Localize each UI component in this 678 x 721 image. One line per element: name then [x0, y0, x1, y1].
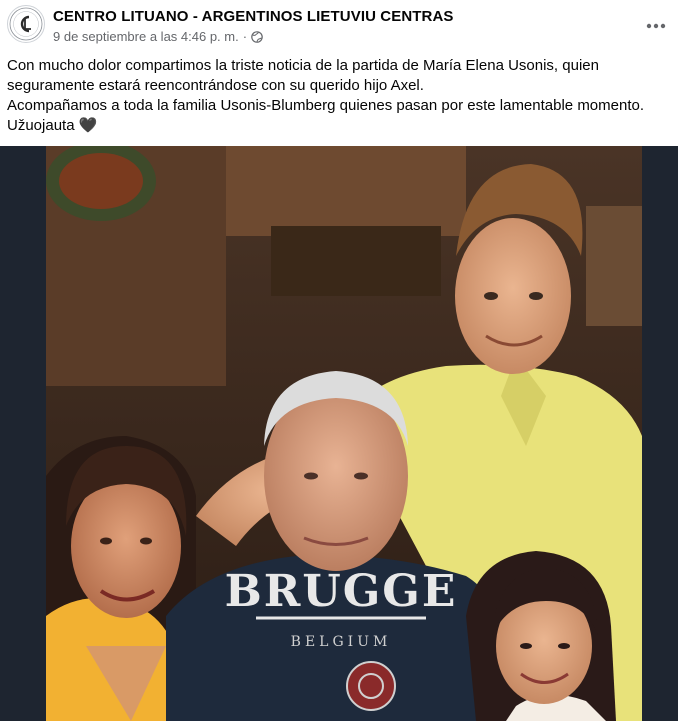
centro-lituano-logo-icon [9, 7, 43, 41]
page-avatar[interactable] [7, 5, 45, 43]
post-options-button[interactable] [644, 14, 668, 38]
post-photo[interactable]: BRUGGE BELGIUM [46, 146, 642, 721]
post-header: CENTRO LITUANO - ARGENTINOS LIETUVIU CEN… [0, 0, 678, 52]
caption-paragraph: Užuojauta 🖤 [7, 117, 98, 134]
post-timestamp[interactable]: 9 de septiembre a las 4:46 p. m. [53, 29, 239, 44]
page-name[interactable]: CENTRO LITUANO - ARGENTINOS LIETUVIU CEN… [53, 8, 454, 25]
more-horizontal-icon [646, 23, 666, 29]
meta-separator: · [242, 29, 248, 44]
family-photo-illustration: BRUGGE BELGIUM [46, 146, 642, 721]
shirt-print-text: BRUGGE [225, 566, 458, 617]
post-photo-frame: BRUGGE BELGIUM [0, 146, 678, 721]
post-caption: Con mucho dolor compartimos la triste no… [7, 56, 671, 136]
caption-paragraph: Con mucho dolor compartimos la triste no… [7, 57, 599, 94]
facebook-post: CENTRO LITUANO - ARGENTINOS LIETUVIU CEN… [0, 0, 678, 721]
shirt-print-subtext: BELGIUM [291, 634, 392, 650]
caption-paragraph: Acompañamos a toda la familia Usonis-Blu… [7, 97, 645, 114]
globe-icon[interactable] [251, 30, 263, 43]
post-meta: 9 de septiembre a las 4:46 p. m. · [53, 29, 263, 44]
